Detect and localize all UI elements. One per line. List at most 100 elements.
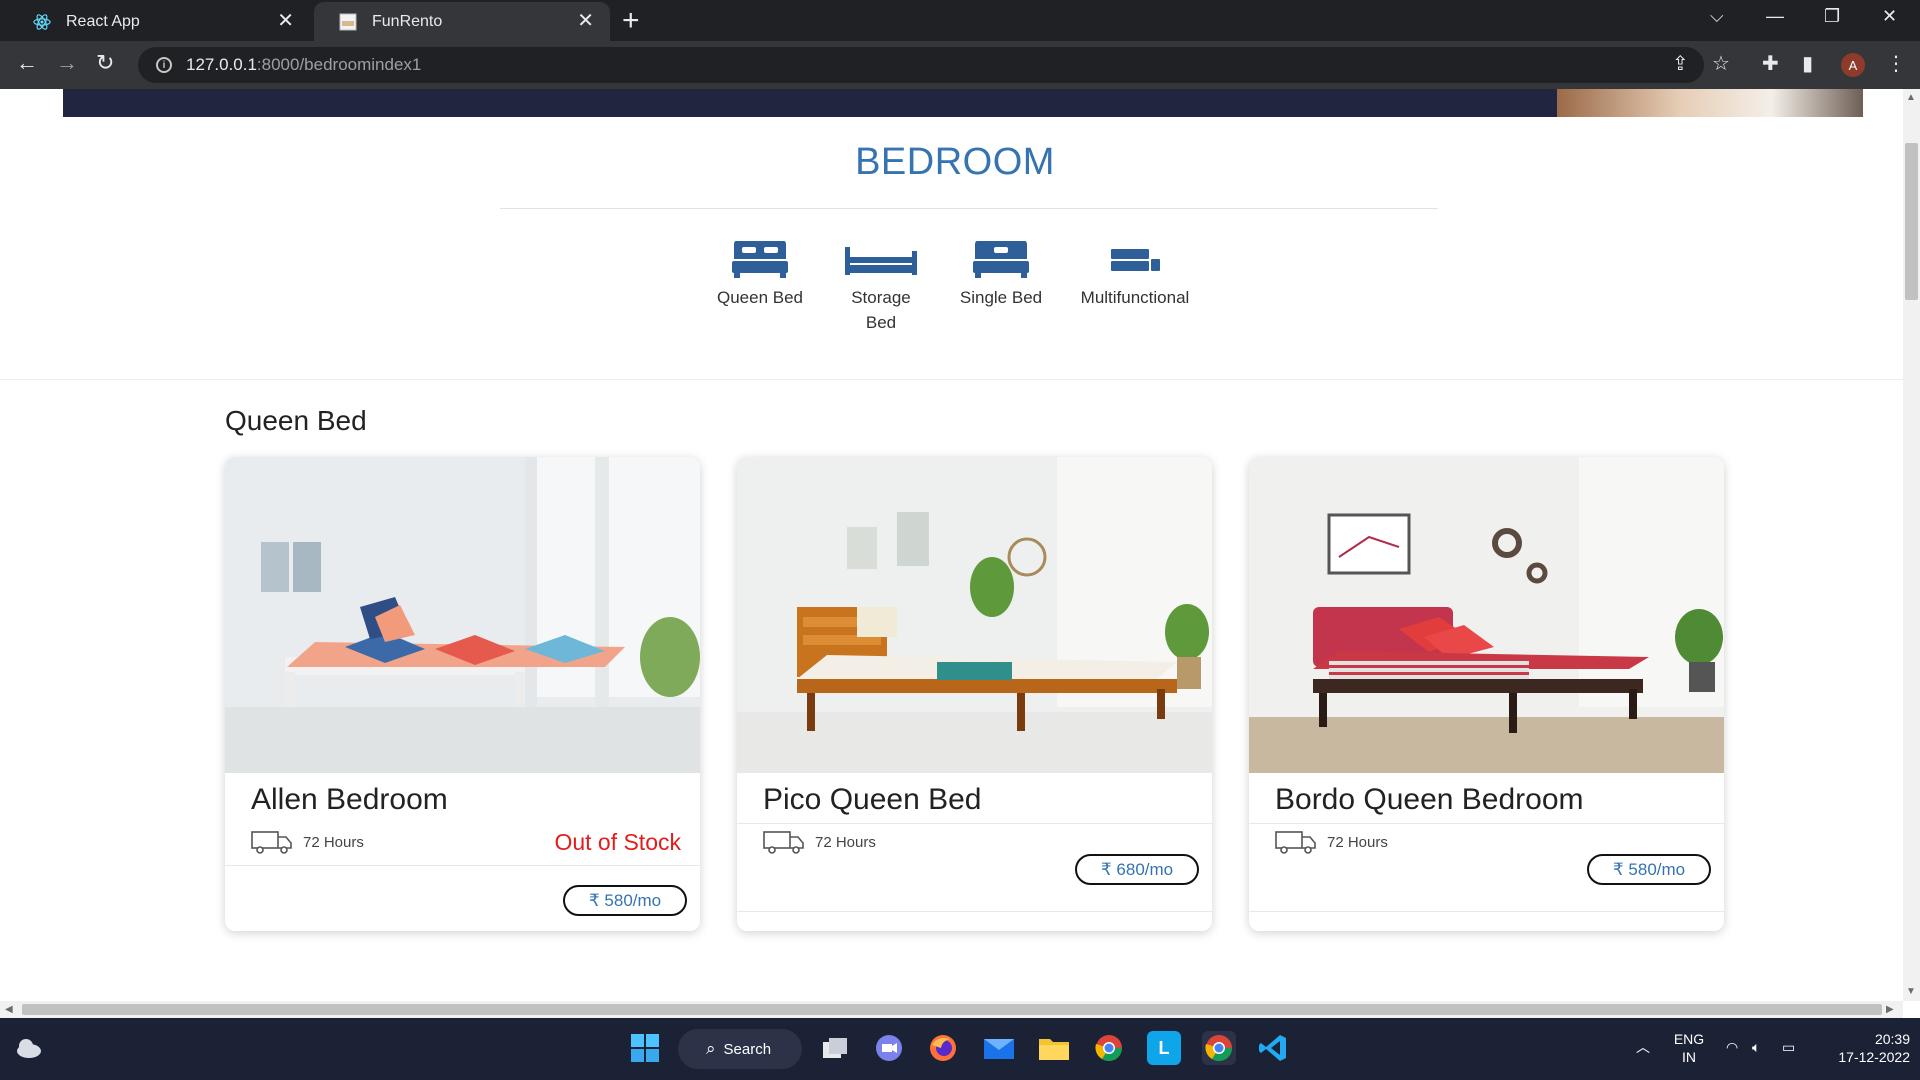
scroll-right-arrow-icon[interactable]: ▶ <box>1886 1004 1894 1015</box>
firefox-icon[interactable] <box>926 1031 960 1065</box>
scroll-left-arrow-icon[interactable]: ◀ <box>5 1004 13 1015</box>
product-name: Bordo Queen Bedroom <box>1275 783 1584 816</box>
category-storage-bed[interactable]: Storage Bed <box>831 239 931 335</box>
volume-icon[interactable]: 🔈︎ <box>1752 1038 1760 1056</box>
language-bottom: IN <box>1682 1049 1696 1065</box>
product-photo <box>737 457 1212 773</box>
page-viewport: BEDROOM Queen Bed Storage Bed Single Bed… <box>0 89 1903 1001</box>
page-title: BEDROOM <box>855 141 1055 183</box>
site-info-icon[interactable]: i <box>156 57 172 73</box>
delivery-info: 72 Hours <box>763 829 876 855</box>
mail-icon[interactable] <box>982 1031 1016 1065</box>
restore-icon[interactable]: ❐ <box>1824 6 1840 27</box>
scroll-up-arrow-icon[interactable]: ▲ <box>1906 92 1916 103</box>
file-explorer-icon[interactable] <box>1037 1031 1071 1065</box>
hero-banner-image <box>1557 89 1863 117</box>
section-divider <box>0 379 1903 380</box>
product-name: Pico Queen Bed <box>763 783 982 816</box>
url-path: :8000/bedroomindex1 <box>256 55 422 74</box>
tab-search-chevron-icon[interactable]: ⌵ <box>1710 6 1724 27</box>
category-label-line2: Bed <box>865 313 897 332</box>
close-tab-icon[interactable]: ✕ <box>577 11 594 31</box>
delivery-time: 72 Hours <box>815 833 876 851</box>
search-icon: ⌕ <box>706 1039 716 1058</box>
browser-tab-strip: React App ✕ FunRento ✕ + ⌵ — ❐ ✕ <box>0 0 1920 41</box>
teams-chat-icon[interactable] <box>872 1031 906 1065</box>
close-tab-icon[interactable]: ✕ <box>277 11 294 31</box>
category-multifunctional[interactable]: Multifunctional <box>1070 239 1200 310</box>
tab-title: React App <box>66 12 140 30</box>
product-photo <box>1249 457 1724 773</box>
minimize-icon[interactable]: — <box>1766 6 1784 27</box>
stock-status: Out of Stock <box>554 829 681 855</box>
multifunctional-bed-icon <box>1111 249 1160 271</box>
queen-bed-icon <box>732 241 788 278</box>
delivery-time: 72 Hours <box>303 833 364 851</box>
category-label: Single Bed <box>959 288 1043 307</box>
bookmark-star-icon[interactable]: ☆ <box>1712 53 1730 75</box>
vertical-scroll-thumb[interactable] <box>1905 143 1918 300</box>
clock-date: 17-12-2022 <box>1838 1049 1910 1065</box>
task-view-icon[interactable] <box>818 1031 852 1065</box>
chrome-profile-icon[interactable] <box>1202 1031 1236 1065</box>
delivery-truck-icon <box>763 831 804 854</box>
price-button[interactable]: ₹ 580/mo <box>1587 854 1711 885</box>
weather-icon[interactable] <box>12 1031 46 1065</box>
back-icon[interactable]: ← <box>16 51 38 75</box>
horizontal-scroll-thumb[interactable] <box>22 1004 1882 1015</box>
taskbar: ⌕ Search L ︿ ENG IN ◠ 🔈︎ ▭ 20:39 17-12-2… <box>0 1018 1920 1080</box>
start-windows-icon[interactable] <box>628 1031 662 1065</box>
product-card[interactable]: Allen Bedroom 72 Hours Out of Stock ₹ 58… <box>225 457 700 931</box>
share-icon[interactable]: ⇪ <box>1672 53 1689 75</box>
card-divider <box>737 911 1212 912</box>
wifi-icon[interactable]: ◠ <box>1726 1038 1738 1056</box>
forward-icon[interactable]: → <box>56 51 78 75</box>
product-section-title: Queen Bed <box>225 405 367 436</box>
title-divider <box>500 208 1438 209</box>
category-single-bed[interactable]: Single Bed <box>951 239 1051 310</box>
product-card[interactable]: Bordo Queen Bedroom 72 Hours ₹ 580/mo <box>1249 457 1724 931</box>
profile-avatar[interactable]: A <box>1841 53 1865 77</box>
chrome-icon[interactable] <box>1092 1031 1126 1065</box>
l-app-icon[interactable]: L <box>1147 1031 1181 1065</box>
category-label: Queen Bed <box>716 288 803 307</box>
battery-icon[interactable]: ▭ <box>1782 1038 1795 1056</box>
card-divider <box>737 823 1212 824</box>
card-divider <box>1249 911 1724 912</box>
search-label: Search <box>723 1040 772 1058</box>
language-top: ENG <box>1673 1031 1705 1047</box>
taskbar-search[interactable]: ⌕ Search <box>678 1029 802 1069</box>
side-panel-icon[interactable]: ▮ <box>1802 53 1813 75</box>
new-tab-icon[interactable]: + <box>622 6 640 36</box>
card-divider <box>1249 823 1724 824</box>
product-photo <box>225 457 700 773</box>
delivery-time: 72 Hours <box>1327 833 1388 851</box>
delivery-truck-icon <box>1275 831 1316 854</box>
clock[interactable]: 20:39 17-12-2022 <box>1820 1030 1910 1066</box>
reload-icon[interactable]: ↻ <box>96 51 114 75</box>
browser-toolbar: ← → ↻ i 127.0.0.1:8000/bedroomindex1 ⇪ ☆… <box>0 41 1920 89</box>
category-label: Storage <box>851 288 911 307</box>
close-window-icon[interactable]: ✕ <box>1882 6 1897 27</box>
delivery-truck-icon <box>251 831 292 854</box>
react-logo-icon <box>32 12 52 32</box>
tab-funrento[interactable]: FunRento ✕ <box>314 2 610 41</box>
card-divider <box>225 865 700 866</box>
product-name: Allen Bedroom <box>251 783 448 816</box>
product-card[interactable]: Pico Queen Bed 72 Hours ₹ 680/mo <box>737 457 1212 931</box>
price-button[interactable]: ₹ 680/mo <box>1075 854 1199 885</box>
tab-react-app[interactable]: React App ✕ <box>8 2 310 41</box>
url-host: 127.0.0.1 <box>186 55 257 74</box>
storage-bed-icon <box>845 247 917 275</box>
single-bed-icon <box>973 241 1029 278</box>
address-bar[interactable]: i 127.0.0.1:8000/bedroomindex1 <box>138 47 1704 83</box>
language-indicator[interactable]: ENG IN <box>1668 1030 1710 1066</box>
category-queen-bed[interactable]: Queen Bed <box>710 239 810 310</box>
clock-time: 20:39 <box>1874 1031 1910 1047</box>
show-hidden-icons-chevron-icon[interactable]: ︿ <box>1636 1038 1650 1056</box>
price-button[interactable]: ₹ 580/mo <box>563 885 687 916</box>
extensions-icon[interactable]: ✚ <box>1762 53 1779 75</box>
vscode-icon[interactable] <box>1256 1031 1290 1065</box>
menu-kebab-icon[interactable]: ⋮ <box>1886 53 1906 75</box>
scroll-down-arrow-icon[interactable]: ▼ <box>1906 986 1916 997</box>
